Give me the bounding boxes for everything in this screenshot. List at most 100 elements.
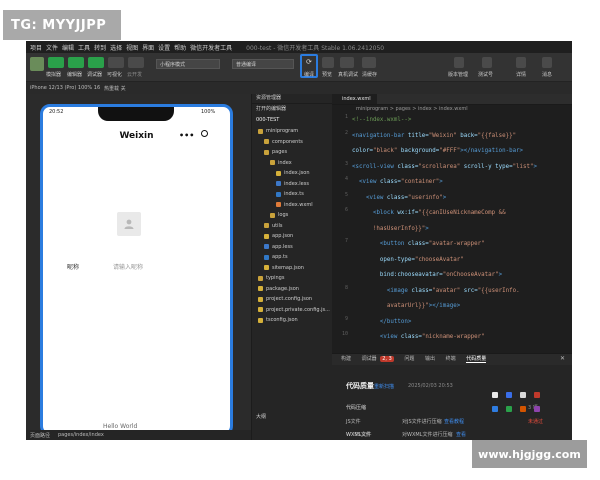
test-account-label: 测试号: [478, 72, 494, 78]
file-tree-label: miniprogram: [266, 128, 299, 134]
debugger-button[interactable]: [88, 57, 104, 68]
tab-index-wxml[interactable]: index.wxml: [332, 94, 377, 104]
file-tree-item[interactable]: tsconfig.json: [252, 315, 298, 325]
menu-item-settings[interactable]: 设置: [158, 43, 170, 52]
tab-code-quality[interactable]: 代码质量: [466, 356, 487, 363]
menu-item-help[interactable]: 帮助: [174, 43, 186, 52]
outline-section[interactable]: 大纲: [252, 412, 266, 422]
file-explorer: 资源管理器 打开的编辑器 000-TEST miniprogram compone…: [251, 94, 333, 440]
version-button[interactable]: [454, 57, 464, 68]
file-tree-item[interactable]: logs: [252, 210, 288, 220]
code-token: src=: [463, 287, 478, 294]
file-tree-label: index.wxml: [284, 201, 313, 208]
folder-icon: [264, 223, 269, 228]
mode-select[interactable]: 小程序模式: [156, 59, 220, 69]
tab-debugger[interactable]: 调试器: [362, 356, 377, 362]
nickname-input[interactable]: 请输入昵称: [113, 262, 143, 271]
avatar[interactable]: [30, 57, 44, 71]
file-tree-item[interactable]: pages: [252, 147, 287, 157]
tab-problems[interactable]: 问题: [404, 356, 414, 362]
file-tree-item[interactable]: components: [252, 137, 303, 147]
open-editors-section[interactable]: 打开的编辑器: [252, 104, 286, 114]
app-icon[interactable]: [534, 392, 540, 398]
simulator-label: 模拟器: [46, 72, 62, 78]
menu-item-view[interactable]: 视图: [126, 43, 138, 52]
menu-item-interface[interactable]: 界面: [142, 43, 154, 52]
code-line: open-type="chooseAvatar": [352, 254, 464, 266]
file-icon: [276, 181, 281, 186]
file-tree-label: app.less: [272, 243, 293, 250]
target-icon[interactable]: [201, 130, 208, 137]
file-tree-item[interactable]: app.less: [252, 242, 293, 252]
app-icon[interactable]: [492, 392, 498, 398]
simulator-button[interactable]: [48, 57, 64, 68]
hot-reload-toggle[interactable]: 热重载 关: [104, 85, 126, 92]
code-token: <view: [365, 194, 387, 201]
file-tree-item[interactable]: app.ts: [252, 252, 288, 262]
menu-item-tools[interactable]: 工具: [78, 43, 90, 52]
test-account-button[interactable]: [482, 57, 492, 68]
row-wxml-link[interactable]: 查看: [456, 431, 466, 438]
code-token: >: [442, 194, 447, 201]
visual-button[interactable]: [108, 57, 124, 68]
file-tree-item[interactable]: typings: [252, 273, 284, 283]
menu-item-edit[interactable]: 编辑: [62, 43, 74, 52]
code-token: wx:if=: [397, 210, 419, 216]
cloud-button[interactable]: [128, 57, 144, 68]
row-wxml-desc: 对WXML文件进行压缩: [402, 432, 453, 438]
device-select[interactable]: iPhone 12/13 (Pro) 100% 16: [30, 85, 100, 91]
preview-label: 预览: [322, 72, 333, 78]
row-js-link[interactable]: 查看教程: [444, 418, 464, 425]
details-button[interactable]: [516, 57, 526, 68]
menu-item-project[interactable]: 项目: [30, 43, 42, 52]
code-token: "container": [400, 179, 440, 185]
panel-close-icon[interactable]: ✕: [560, 355, 565, 362]
menu-item-wechat-devtools[interactable]: 微信开发者工具: [190, 43, 232, 52]
avatar-button[interactable]: [117, 212, 141, 236]
code-token: class=: [379, 179, 401, 185]
preview-button[interactable]: [322, 57, 334, 68]
file-tree-item[interactable]: index: [252, 158, 292, 168]
file-tree-item[interactable]: index.wxml: [252, 200, 313, 210]
project-root[interactable]: 000-TEST: [252, 115, 279, 125]
app-icon[interactable]: [520, 392, 526, 398]
file-tree-item[interactable]: sitemap.json: [252, 263, 304, 273]
file-tree-item[interactable]: index.less: [252, 179, 309, 189]
app-icon[interactable]: [506, 392, 512, 398]
file-tree-item[interactable]: project.private.config.js...: [252, 305, 330, 315]
tab-output[interactable]: 输出: [425, 356, 435, 362]
tab-terminal[interactable]: 终端: [446, 356, 456, 362]
menu-item-select[interactable]: 选择: [110, 43, 122, 52]
messages-button[interactable]: [542, 57, 552, 68]
file-tree-item[interactable]: utils: [252, 221, 283, 231]
file-tree-item[interactable]: miniprogram: [252, 126, 298, 136]
code-line: <scroll-view class="scrollarea" scroll-y…: [352, 161, 537, 173]
remote-debug-button[interactable]: [340, 57, 354, 68]
rescan-link[interactable]: 重新扫描: [374, 383, 394, 390]
code-token: class=: [411, 287, 433, 294]
clear-cache-button[interactable]: [362, 57, 376, 68]
compile-select[interactable]: 普通编译: [232, 59, 294, 69]
file-tree-item[interactable]: app.json: [252, 231, 293, 241]
app-icon[interactable]: [506, 406, 512, 412]
tab-build[interactable]: 构建: [341, 356, 351, 362]
code-token: </button>: [379, 318, 412, 325]
menu-item-goto[interactable]: 转到: [94, 43, 106, 52]
file-tree-label: project.private.config.js...: [266, 306, 330, 313]
editor-button[interactable]: [68, 57, 84, 68]
file-tree-item[interactable]: package.json: [252, 284, 299, 294]
page-path[interactable]: pages/index/index: [58, 432, 104, 438]
file-icon: [264, 254, 269, 260]
app-icon[interactable]: [534, 406, 540, 412]
file-tree-item[interactable]: project.config.json: [252, 294, 312, 304]
app-icon[interactable]: [520, 406, 526, 412]
file-tree-item[interactable]: index.json: [252, 168, 310, 178]
code-token: "list": [512, 163, 534, 170]
app-icon[interactable]: [492, 406, 498, 412]
file-tree-item[interactable]: index.ts: [252, 189, 304, 199]
menu-item-file[interactable]: 文件: [46, 43, 58, 52]
scan-time: 2025/02/03 20:53: [408, 383, 453, 389]
more-dots-icon[interactable]: •••: [179, 131, 194, 140]
code-line: <view class="userinfo">: [352, 192, 446, 204]
